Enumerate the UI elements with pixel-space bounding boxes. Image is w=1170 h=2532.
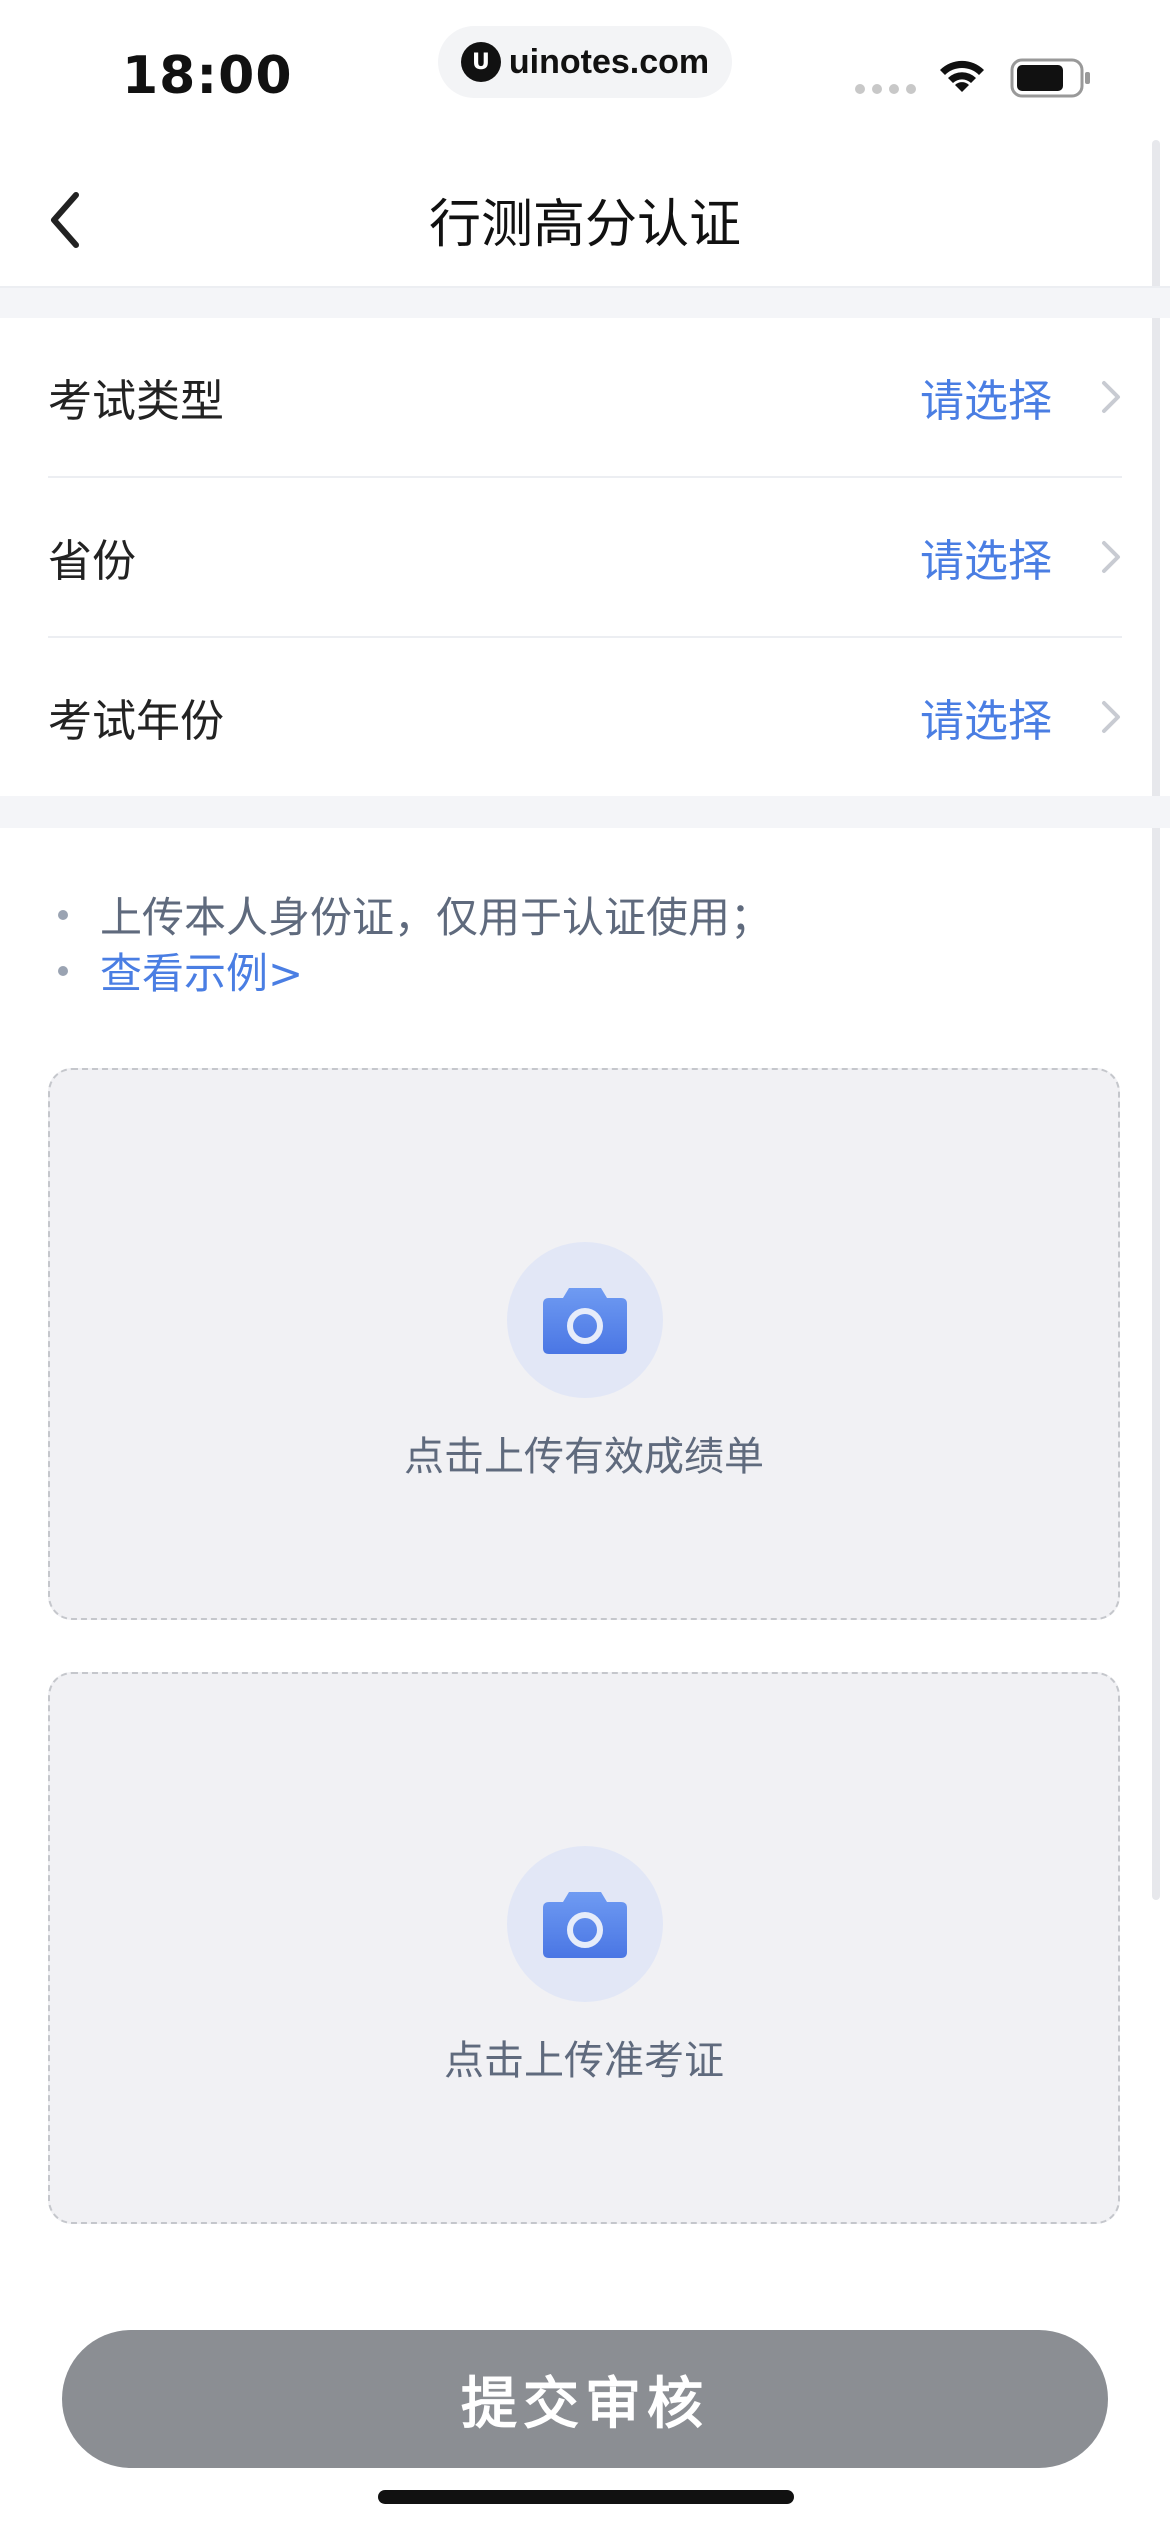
form-row-exam-year[interactable]: 考试年份 请选择 bbox=[0, 638, 1170, 796]
url-text: uinotes.com bbox=[508, 42, 710, 81]
bullet-icon bbox=[58, 965, 68, 976]
row-value[interactable]: 请选择 bbox=[920, 525, 1052, 589]
battery-icon bbox=[1010, 58, 1090, 98]
form-row-exam-type[interactable]: 考试类型 请选择 bbox=[0, 318, 1170, 476]
camera-icon bbox=[543, 1288, 627, 1354]
row-value[interactable]: 请选择 bbox=[920, 365, 1052, 429]
chevron-right-icon bbox=[1102, 541, 1120, 573]
chevron-right-icon bbox=[1102, 701, 1120, 733]
wifi-icon bbox=[940, 60, 984, 92]
row-label: 省份 bbox=[48, 536, 136, 587]
section-separator bbox=[0, 796, 1170, 828]
chevron-right-icon bbox=[1102, 381, 1120, 413]
cellular-signal-icon bbox=[855, 84, 916, 94]
section-separator bbox=[0, 288, 1170, 318]
row-value[interactable]: 请选择 bbox=[920, 685, 1052, 749]
upload-transcript-box[interactable]: 点击上传有效成绩单 bbox=[48, 1068, 1120, 1620]
note-id-card: 上传本人身份证，仅用于认证使用； bbox=[58, 884, 772, 945]
submit-review-button[interactable]: 提交审核 bbox=[62, 2330, 1108, 2468]
upload-label: 点击上传有效成绩单 bbox=[404, 1434, 764, 1480]
upload-admission-ticket-box[interactable]: 点击上传准考证 bbox=[48, 1672, 1120, 2224]
camera-button bbox=[507, 1846, 663, 2002]
upload-label: 点击上传准考证 bbox=[444, 2038, 724, 2084]
view-example-link[interactable]: 查看示例> bbox=[100, 940, 303, 1001]
note-text: 上传本人身份证，仅用于认证使用； bbox=[100, 893, 773, 942]
status-time: 18:00 bbox=[122, 46, 293, 106]
camera-icon bbox=[543, 1892, 627, 1958]
row-label: 考试类型 bbox=[48, 376, 224, 427]
home-indicator[interactable] bbox=[378, 2490, 794, 2504]
row-label: 考试年份 bbox=[48, 696, 224, 747]
camera-button bbox=[507, 1242, 663, 1398]
page-title: 行测高分认证 bbox=[428, 195, 741, 255]
url-pill[interactable]: U uinotes.com bbox=[438, 26, 732, 98]
form-row-province[interactable]: 省份 请选择 bbox=[0, 478, 1170, 636]
nav-bar: 行测高分认证 bbox=[0, 140, 1170, 288]
bullet-icon bbox=[58, 909, 68, 920]
status-bar: 18:00 U uinotes.com bbox=[0, 0, 1170, 140]
site-logo-icon: U bbox=[460, 42, 501, 82]
note-example: 查看示例> bbox=[58, 940, 303, 1001]
